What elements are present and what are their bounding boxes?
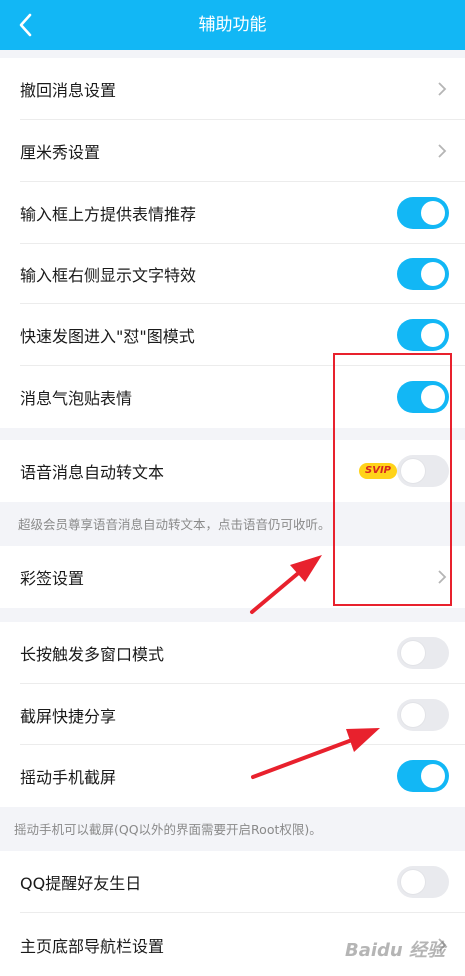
row-label: 主页底部导航栏设置 bbox=[20, 936, 165, 956]
row-label: 语音消息自动转文本 bbox=[20, 463, 165, 482]
text-effect-toggle[interactable] bbox=[397, 258, 449, 290]
quick-image-toggle[interactable] bbox=[397, 319, 449, 351]
toggle-knob bbox=[401, 702, 425, 727]
row-label: 厘米秀设置 bbox=[20, 143, 101, 162]
settings-row-birthday-reminder: QQ提醒好友生日 bbox=[0, 851, 465, 913]
watermark-logo: Baidu 经验 bbox=[344, 940, 445, 961]
toggle-knob bbox=[421, 764, 445, 788]
settings-row-emoji-recommend: 输入框上方提供表情推荐 bbox=[0, 182, 465, 244]
row-label: 快速发图进入"怼"图模式 bbox=[20, 327, 195, 346]
row-label: 截屏快捷分享 bbox=[20, 706, 117, 726]
birthday-reminder-toggle[interactable] bbox=[397, 866, 449, 898]
annotation-highlight-box bbox=[333, 353, 452, 606]
toggle-knob bbox=[421, 323, 445, 347]
settings-row-multi-window: 长按触发多窗口模式 bbox=[0, 622, 465, 684]
row-label: 长按触发多窗口模式 bbox=[20, 645, 165, 664]
settings-row-cmshow[interactable]: 厘米秀设置 bbox=[0, 120, 465, 182]
toggle-knob bbox=[421, 262, 445, 286]
settings-row-screenshot-share: 截屏快捷分享 bbox=[0, 684, 465, 745]
screenshot-share-toggle[interactable] bbox=[397, 698, 449, 731]
title-bar: 辅助功能 bbox=[0, 0, 465, 50]
multi-window-toggle[interactable] bbox=[397, 637, 449, 669]
toggle-knob bbox=[421, 201, 445, 225]
settings-row-shake-screenshot: 摇动手机截屏 bbox=[0, 745, 465, 807]
row-label: 输入框上方提供表情推荐 bbox=[20, 205, 197, 224]
row-label: 撤回消息设置 bbox=[20, 81, 117, 100]
row-label: 消息气泡贴表情 bbox=[20, 389, 133, 408]
chevron-right-icon bbox=[438, 144, 447, 158]
toggle-knob bbox=[401, 641, 425, 665]
row-label: QQ提醒好友生日 bbox=[20, 874, 142, 893]
row-label: 输入框右侧显示文字特效 bbox=[20, 266, 197, 285]
shake-screenshot-note: 摇动手机可以截屏(QQ以外的界面需要开启Root权限)。 bbox=[14, 821, 322, 837]
shake-screenshot-toggle[interactable] bbox=[397, 760, 449, 792]
page-title: 辅助功能 bbox=[198, 15, 267, 35]
toggle-knob bbox=[401, 870, 425, 894]
settings-row-text-effect: 输入框右侧显示文字特效 bbox=[0, 244, 465, 304]
settings-row-recall-message[interactable]: 撤回消息设置 bbox=[0, 58, 465, 120]
chevron-right-icon bbox=[438, 82, 447, 96]
row-label: 摇动手机截屏 bbox=[20, 768, 117, 787]
row-label: 彩签设置 bbox=[20, 569, 85, 588]
emoji-recommend-toggle[interactable] bbox=[397, 197, 449, 229]
